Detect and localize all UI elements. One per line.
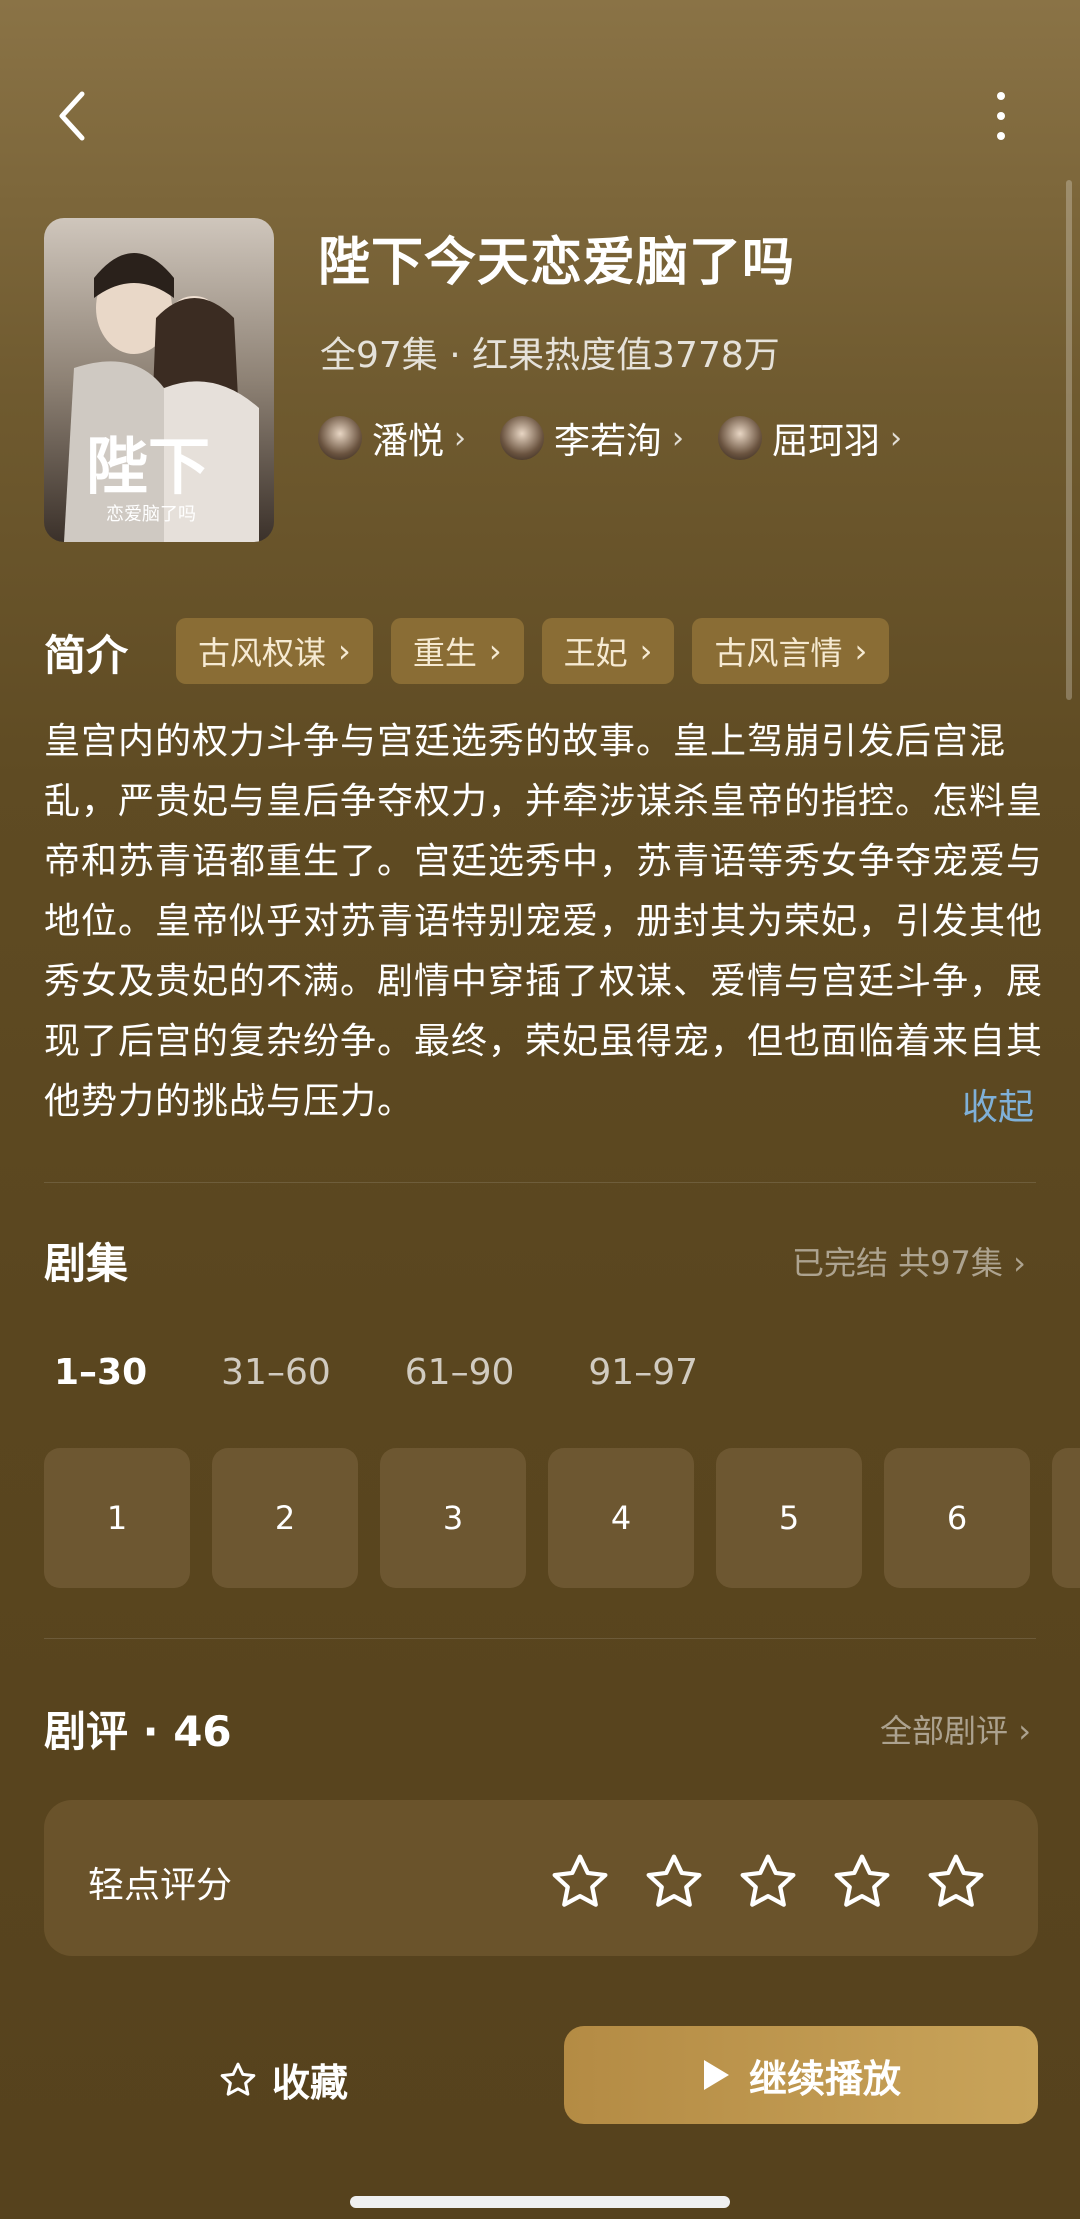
- genre-tag[interactable]: 重生 ›: [390, 618, 524, 684]
- episodes-status: 已完结 共97集: [792, 1244, 1003, 1282]
- rate-label: 轻点评分: [88, 1865, 233, 1906]
- chevron-right-icon: ›: [488, 632, 502, 670]
- episodes-status-link[interactable]: 已完结 共97集 ›: [792, 1238, 1026, 1284]
- genre-tag[interactable]: 王妃 ›: [541, 618, 675, 684]
- more-icon[interactable]: [986, 86, 1016, 146]
- show-meta: 全97集 · 红果热度值3778万: [320, 335, 780, 376]
- tag-label: 重生: [412, 634, 477, 672]
- chevron-right-icon: ›: [639, 632, 653, 670]
- genre-tag[interactable]: 古风权谋 ›: [176, 618, 373, 684]
- cast-member[interactable]: 李若洵 ›: [500, 412, 684, 464]
- episode-button[interactable]: 1: [44, 1448, 190, 1588]
- star-outline-icon: [220, 2062, 256, 2096]
- continue-play-button[interactable]: 继续播放: [564, 2026, 1038, 2124]
- range-tab[interactable]: 1–30: [54, 1352, 147, 1393]
- synopsis-text: 皇宫内的权力斗争与宫廷选秀的故事。皇上驾崩引发后宫混乱，严贵妃与皇后争夺权力，并…: [44, 721, 1044, 1122]
- tag-label: 古风权谋: [198, 634, 327, 672]
- show-title: 陛下今天恋爱脑了吗: [318, 233, 796, 293]
- back-icon[interactable]: [52, 86, 92, 146]
- episode-button[interactable]: 5: [716, 1448, 862, 1588]
- avatar: [718, 416, 763, 460]
- divider: [44, 1182, 1036, 1183]
- avatar: [500, 416, 545, 460]
- chevron-right-icon: ›: [454, 420, 467, 456]
- chevron-right-icon: ›: [1013, 1244, 1026, 1282]
- poster-title: 陛下: [86, 430, 210, 503]
- episode-button[interactable]: 2: [212, 1448, 358, 1588]
- tag-list: 古风权谋 › 重生 › 王妃 › 古风言情 ›: [176, 618, 890, 684]
- star-rating[interactable]: [548, 1850, 988, 1914]
- collapse-link[interactable]: 收起: [962, 1078, 1034, 1130]
- scrollbar[interactable]: [1066, 180, 1072, 700]
- chevron-right-icon: ›: [338, 632, 351, 670]
- episodes-heading: 剧集: [44, 1239, 129, 1288]
- range-tab[interactable]: 61–90: [405, 1352, 515, 1393]
- continue-play-label: 继续播放: [748, 2056, 901, 2101]
- chevron-right-icon: ›: [1018, 1712, 1031, 1750]
- cast-name: 李若洵: [554, 421, 663, 462]
- favorite-button[interactable]: 收藏: [218, 2052, 348, 2107]
- episode-grid: 1 2 3 4 5 6: [44, 1448, 1030, 1588]
- range-tab[interactable]: 31–60: [221, 1352, 331, 1393]
- episode-range-tabs: 1–30 31–60 61–90 91–97: [54, 1352, 698, 1393]
- intro-heading: 简介: [44, 631, 129, 680]
- all-reviews-link[interactable]: 全部剧评 ›: [880, 1706, 1031, 1752]
- tag-label: 王妃: [563, 634, 628, 672]
- cast-member[interactable]: 潘悦 ›: [318, 412, 466, 464]
- tag-label: 古风言情: [714, 634, 843, 672]
- avatar: [318, 416, 362, 460]
- chevron-right-icon: ›: [890, 420, 903, 456]
- star-icon[interactable]: [830, 1850, 894, 1914]
- cast-name: 潘悦: [372, 421, 445, 462]
- poster-image[interactable]: 陛下 恋爱脑了吗: [44, 218, 274, 542]
- favorite-label: 收藏: [272, 2061, 349, 2105]
- episode-button-partial[interactable]: [1052, 1448, 1080, 1588]
- play-icon: [703, 2060, 729, 2090]
- star-icon[interactable]: [548, 1850, 612, 1914]
- chevron-right-icon: ›: [854, 632, 868, 670]
- divider: [44, 1638, 1036, 1639]
- cast-name: 屈珂羽: [772, 421, 881, 462]
- episode-button[interactable]: 6: [884, 1448, 1030, 1588]
- genre-tag[interactable]: 古风言情 ›: [692, 618, 890, 684]
- home-indicator[interactable]: [350, 2196, 730, 2208]
- chevron-right-icon: ›: [672, 420, 685, 456]
- star-icon[interactable]: [736, 1850, 800, 1914]
- cast-list: 潘悦 › 李若洵 › 屈珂羽 ›: [318, 412, 902, 464]
- star-icon[interactable]: [924, 1850, 988, 1914]
- all-reviews-label: 全部剧评: [880, 1712, 1009, 1750]
- star-icon[interactable]: [642, 1850, 706, 1914]
- poster-subtitle: 恋爱脑了吗: [106, 503, 196, 525]
- episode-button[interactable]: 4: [548, 1448, 694, 1588]
- cast-member[interactable]: 屈珂羽 ›: [718, 412, 902, 464]
- episode-button[interactable]: 3: [380, 1448, 526, 1588]
- range-tab[interactable]: 91–97: [588, 1352, 698, 1393]
- reviews-heading: 剧评 · 46: [44, 1707, 232, 1756]
